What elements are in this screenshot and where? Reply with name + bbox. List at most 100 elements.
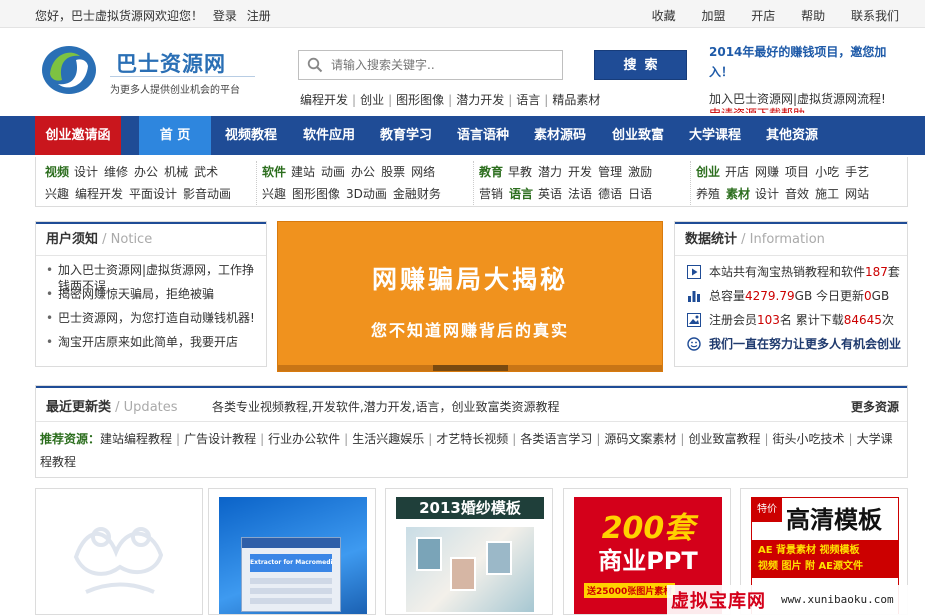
category-item[interactable]: 激励 [628,165,652,179]
nav-software[interactable]: 软件应用 [294,116,364,155]
nav-startup-invite[interactable]: 创业邀请函 [35,116,121,155]
category-item[interactable]: 兴趣 [262,187,286,201]
category-head[interactable]: 视频 [45,165,69,179]
category-item[interactable]: 开发 [568,165,592,179]
category-item[interactable]: 项目 [785,165,809,179]
recommended-link[interactable]: 行业办公软件 [268,432,340,446]
category-item[interactable]: 武术 [194,165,218,179]
software-banner: Extractor for Macromedia products [250,554,332,572]
recommended-link[interactable]: 创业致富教程 [688,432,760,446]
recommended-link[interactable]: 源码文案素材 [604,432,676,446]
notice-item[interactable]: 揭密网赚惊天骗局，拒绝被骗 [46,286,258,302]
notice-item[interactable]: 加入巴士资源网|虚拟货源网，工作挣钱两不误 [46,262,258,293]
top-link-help[interactable]: 帮助 [801,9,825,23]
recommended-label: 推荐资源： [40,432,101,446]
nav-other[interactable]: 其他资源 [757,116,827,155]
hot-keyword-materials[interactable]: 精品素材 [552,93,600,107]
category-item[interactable]: 法语 [568,187,592,201]
top-link-join[interactable]: 加盟 [701,9,725,23]
recommended-link[interactable]: 各类语言学习 [520,432,592,446]
category-head[interactable]: 教育 [479,165,503,179]
recommended-link[interactable]: 广告设计教程 [184,432,256,446]
category-item[interactable]: 兴趣 [45,187,69,201]
category-item[interactable]: 图形图像 [292,187,340,201]
category-item[interactable]: 日语 [628,187,652,201]
category-item[interactable]: 潜力 [538,165,562,179]
category-item[interactable]: 开店 [725,165,749,179]
category-item[interactable]: 设计 [755,187,779,201]
category-head[interactable]: 语言 [509,187,533,201]
recommended-link[interactable]: 才艺特长视频 [436,432,508,446]
recommended-link[interactable]: 生活兴趣娱乐 [352,432,424,446]
category-item[interactable]: 金融财务 [393,187,441,201]
hot-keyword-startup[interactable]: 创业 [360,93,384,107]
hot-keyword-programming[interactable]: 编程开发 [300,93,348,107]
category-item[interactable]: 影音动画 [183,187,231,201]
product-thumb-1[interactable] [35,488,203,615]
product-thumb-2[interactable]: Extractor for Macromedia products [208,488,376,615]
category-head[interactable]: 软件 [262,165,286,179]
category-head[interactable]: 创业 [696,165,720,179]
search-input[interactable] [331,55,556,75]
category-item[interactable]: 股票 [381,165,405,179]
form-line [250,598,332,604]
nav-home[interactable]: 首 页 [139,116,211,155]
recommended-link[interactable]: 街头小吃技术 [773,432,845,446]
category-item[interactable]: 德语 [598,187,622,201]
hot-keyword-potential[interactable]: 潜力开发 [456,93,504,107]
category-item[interactable]: 建站 [291,165,315,179]
stats-row-capacity: 总容量4279.79GB 今日更新0GB [675,284,907,308]
top-link-open-shop[interactable]: 开店 [751,9,775,23]
separator: | [428,432,433,446]
category-item[interactable]: 养殖 [696,187,720,201]
category-item[interactable]: 维修 [104,165,128,179]
category-item[interactable]: 平面设计 [129,187,177,201]
category-item[interactable]: 动画 [321,165,345,179]
notice-item[interactable]: 淘宝开店原来如此简单，我要开店 [46,334,258,350]
category-head[interactable]: 素材 [726,187,750,201]
category-item[interactable]: 网站 [845,187,869,201]
promo-title[interactable]: 2014年最好的赚钱项目，邀您加入！ [709,42,909,82]
category-item[interactable]: 编程开发 [75,187,123,201]
category-item[interactable]: 施工 [815,187,839,201]
top-link-contact[interactable]: 联系我们 [851,9,899,23]
stats-unit: 套 [887,265,900,279]
category-item[interactable]: 手艺 [845,165,869,179]
category-item[interactable]: 早教 [508,165,532,179]
hot-keyword-graphics[interactable]: 图形图像 [396,93,444,107]
nav-education[interactable]: 教育学习 [371,116,441,155]
register-link[interactable]: 注册 [247,9,271,23]
hot-keyword-language[interactable]: 语言 [516,93,540,107]
recommended-link[interactable]: 建站编程教程 [100,432,172,446]
category-item[interactable]: 3D动画 [346,187,387,201]
category-item[interactable]: 小吃 [815,165,839,179]
software-window-preview: Extractor for Macromedia products [241,537,341,612]
nav-languages[interactable]: 语言语种 [448,116,518,155]
notice-item[interactable]: 巴士资源网，为您打造自动赚钱机器! [46,310,258,326]
nav-source-materials[interactable]: 素材源码 [525,116,595,155]
form-line [250,588,332,594]
nav-wealth[interactable]: 创业致富 [603,116,673,155]
category-item[interactable]: 机械 [164,165,188,179]
bar-chart-icon [688,291,700,302]
scam-reveal-banner[interactable]: 网赚骗局大揭秘 您不知道网赚背后的真实 [277,221,663,372]
banner-slide-indicator[interactable] [433,365,508,371]
category-item[interactable]: 英语 [538,187,562,201]
login-link[interactable]: 登录 [213,9,237,23]
nav-college[interactable]: 大学课程 [680,116,750,155]
category-item[interactable]: 网赚 [755,165,779,179]
category-grid: 视频 设计 维修 办公 机械 武术 兴趣 编程开发 平面设计 影音动画 软件 建站 动画 办公 股票 网络… [35,157,908,207]
category-item[interactable]: 办公 [351,165,375,179]
more-resources-link[interactable]: 更多资源 [851,398,899,415]
site-logo[interactable]: 巴士资源网 为更多人提供创业机会的平台 [40,44,260,100]
nav-video-tutorials[interactable]: 视频教程 [216,116,286,155]
product-thumb-3[interactable]: 2013婚纱模板 [385,488,553,615]
category-item[interactable]: 音效 [785,187,809,201]
category-item[interactable]: 办公 [134,165,158,179]
category-item[interactable]: 网络 [411,165,435,179]
category-item[interactable]: 管理 [598,165,622,179]
top-link-favorite[interactable]: 收藏 [652,9,676,23]
category-item[interactable]: 营销 [479,187,503,201]
search-button[interactable]: 搜索 [594,50,687,80]
category-item[interactable]: 设计 [74,165,98,179]
